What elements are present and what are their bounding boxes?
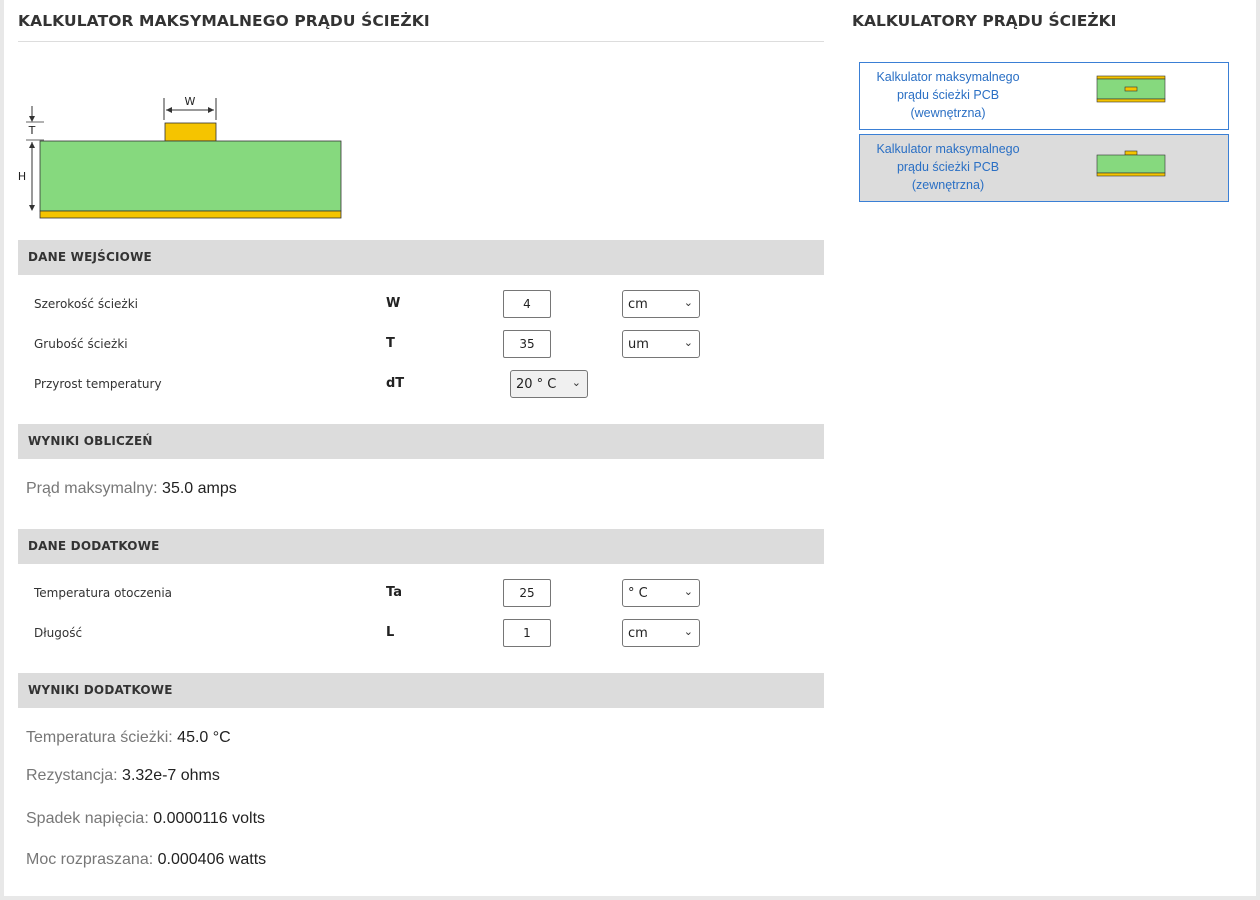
width-symbol: W (386, 296, 401, 311)
label-h: H (18, 170, 26, 183)
card-external-line3: (zewnętrzna) (911, 178, 985, 192)
resistance-value: 3.32e-7 ohms (122, 767, 220, 784)
sidebar-card-internal[interactable]: Kalkulator maksymalnego prądu ścieżki PC… (859, 62, 1229, 130)
section-additional-results-header: WYNIKI DODATKOWE (18, 673, 824, 708)
label-w: W (185, 95, 196, 108)
pcb-trace-diagram: W T H (18, 95, 342, 219)
card-internal-line1: Kalkulator maksymalnego (876, 70, 1020, 84)
card-internal-line3: (wewnętrzna) (910, 106, 986, 120)
label-t: T (28, 124, 36, 137)
input-row-width: Szerokość ścieżki W 4 cm ⌄ (18, 290, 824, 320)
sidebar-card-external[interactable]: Kalkulator maksymalnego prądu ścieżki PC… (859, 134, 1229, 202)
length-unit-select[interactable]: cm ⌄ (622, 619, 700, 647)
ambient-temp-label: Temperatura otoczenia (34, 586, 173, 600)
trace-copper (164, 122, 217, 142)
ground-plane (39, 210, 342, 219)
bottom-border (0, 896, 1260, 900)
temp-rise-symbol: dT (386, 376, 405, 391)
thickness-symbol: T (386, 336, 395, 351)
chevron-down-icon: ⌄ (683, 336, 693, 349)
voltage-drop-label: Spadek napięcia: (26, 810, 149, 827)
voltage-drop-result: Spadek napięcia: 0.0000116 volts (26, 810, 265, 828)
voltage-drop-value: 0.0000116 volts (153, 810, 266, 827)
right-frame-border (1256, 0, 1260, 900)
input-row-length: Długość L 1 cm ⌄ (18, 619, 824, 649)
sidebar-title: KALKULATORY PRĄDU ŚCIEŻKI (852, 12, 1117, 30)
length-label: Długość (34, 626, 83, 640)
power-dissipation-value: 0.000406 watts (157, 851, 267, 868)
power-dissipation-result: Moc rozpraszana: 0.000406 watts (26, 851, 266, 869)
card-internal-line2: prądu ścieżki PCB (896, 88, 1000, 102)
resistance-label: Rezystancja: (26, 767, 118, 784)
section-additional-inputs-header: DANE DODATKOWE (18, 529, 824, 564)
sidebar-card-internal-link[interactable]: Kalkulator maksymalnego prądu ścieżki PC… (860, 68, 1036, 122)
ambient-temp-unit-select[interactable]: ° C ⌄ (622, 579, 700, 607)
title-divider (18, 41, 824, 42)
max-current-value: 35.0 amps (162, 480, 237, 497)
width-input[interactable]: 4 (503, 290, 551, 318)
temp-rise-select[interactable]: 20 ° C ⌄ (510, 370, 588, 398)
width-label: Szerokość ścieżki (34, 297, 138, 311)
power-dissipation-label: Moc rozpraszana: (26, 851, 154, 868)
substrate (39, 140, 342, 212)
chevron-down-icon: ⌄ (683, 625, 693, 638)
card-external-line1: Kalkulator maksymalnego (876, 142, 1020, 156)
thickness-label: Grubość ścieżki (34, 337, 128, 351)
external-trace-thumbnail-icon (1096, 150, 1166, 177)
chevron-down-icon: ⌄ (571, 376, 581, 389)
sidebar-card-external-link[interactable]: Kalkulator maksymalnego prądu ścieżki PC… (860, 140, 1036, 194)
ambient-temp-input[interactable]: 25 (503, 579, 551, 607)
length-unit-value: cm (628, 626, 648, 641)
section-inputs-header: DANE WEJŚCIOWE (18, 240, 824, 275)
length-symbol: L (386, 625, 395, 640)
ambient-temp-symbol: Ta (386, 585, 402, 600)
left-frame-border (0, 0, 4, 900)
thickness-unit-select[interactable]: um ⌄ (622, 330, 700, 358)
ambient-temp-unit-value: ° C (628, 586, 648, 601)
chevron-down-icon: ⌄ (683, 296, 693, 309)
input-row-temp-rise: Przyrost temperatury dT 20 ° C ⌄ (18, 370, 824, 400)
max-current-label: Prąd maksymalny: (26, 480, 158, 497)
width-unit-select[interactable]: cm ⌄ (622, 290, 700, 318)
section-results-header: WYNIKI OBLICZEŃ (18, 424, 824, 459)
width-unit-value: cm (628, 297, 648, 312)
thickness-unit-value: um (628, 337, 649, 352)
page-title: KALKULATOR MAKSYMALNEGO PRĄDU ŚCIEŻKI (18, 12, 430, 30)
internal-trace-thumbnail-icon (1096, 75, 1166, 103)
trace-temp-result: Temperatura ścieżki: 45.0 °C (26, 729, 231, 747)
thickness-input[interactable]: 35 (503, 330, 551, 358)
input-row-thickness: Grubość ścieżki T 35 um ⌄ (18, 330, 824, 360)
card-external-line2: prądu ścieżki PCB (896, 160, 1000, 174)
temp-rise-label: Przyrost temperatury (34, 377, 162, 391)
trace-temp-value: 45.0 °C (177, 729, 231, 746)
max-current-result: Prąd maksymalny: 35.0 amps (26, 480, 237, 498)
chevron-down-icon: ⌄ (683, 585, 693, 598)
trace-temp-label: Temperatura ścieżki: (26, 729, 173, 746)
length-input[interactable]: 1 (503, 619, 551, 647)
input-row-ambient-temp: Temperatura otoczenia Ta 25 ° C ⌄ (18, 579, 824, 609)
temp-rise-value: 20 ° C (516, 377, 557, 392)
resistance-result: Rezystancja: 3.32e-7 ohms (26, 767, 220, 785)
